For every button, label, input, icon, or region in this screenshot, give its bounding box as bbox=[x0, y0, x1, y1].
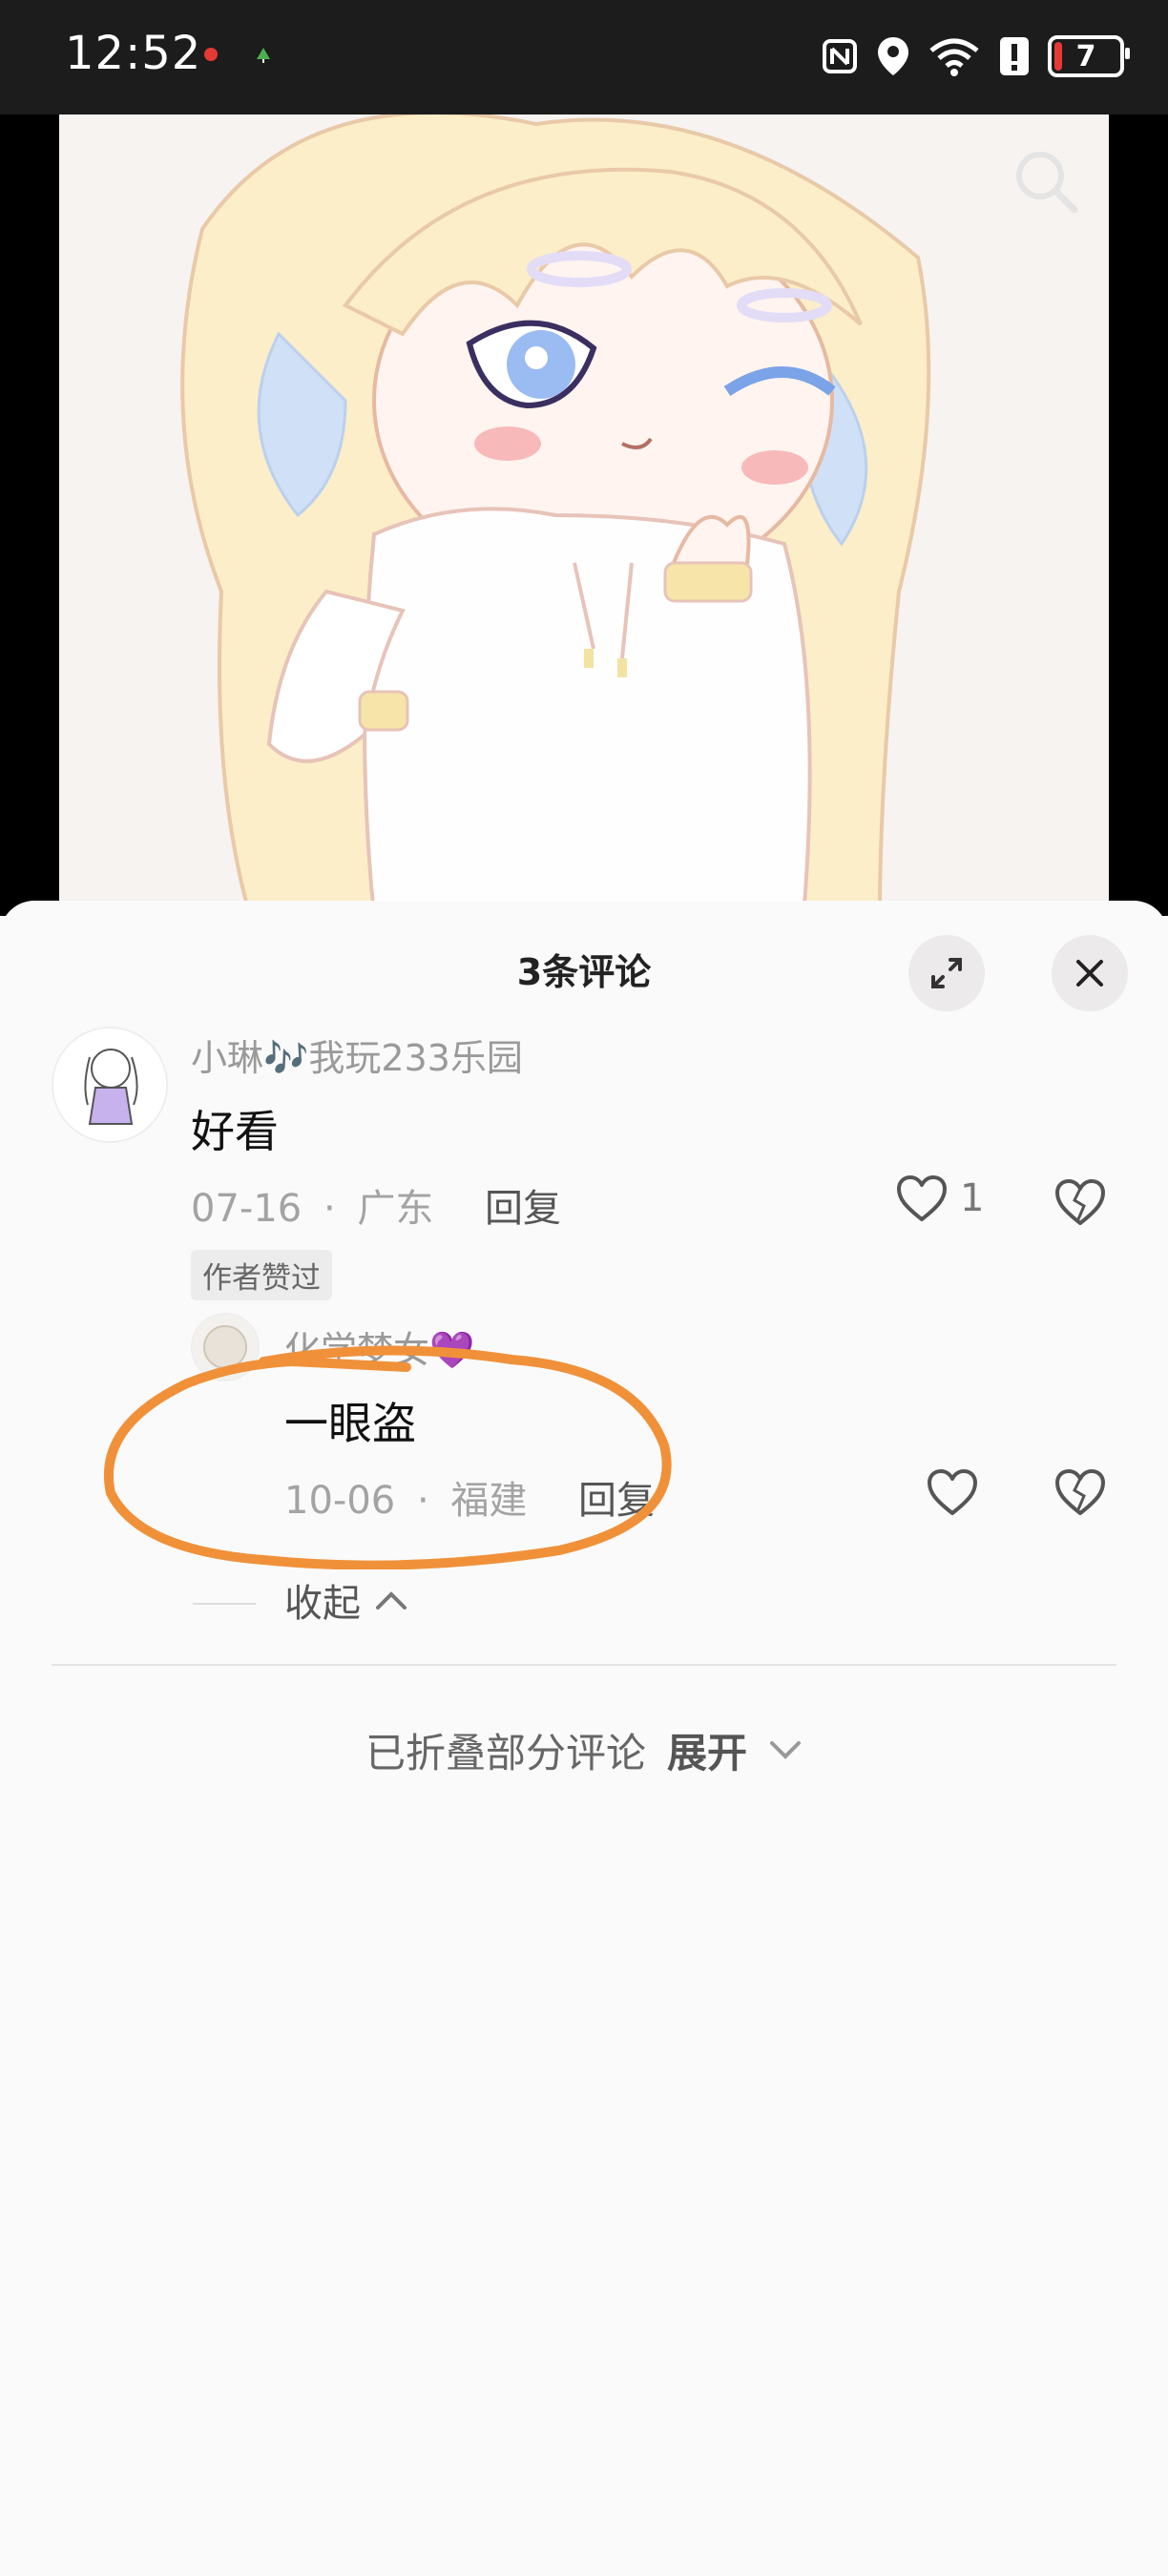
comment-date: 07-16 bbox=[191, 1187, 302, 1231]
video-illustration bbox=[59, 114, 1109, 916]
close-icon bbox=[1076, 960, 1103, 987]
comment-username[interactable]: 小琳🎶我玩233乐园 bbox=[191, 1028, 523, 1081]
dislike-icon[interactable] bbox=[1053, 1177, 1107, 1227]
like-button[interactable]: 1 bbox=[895, 1174, 984, 1223]
reply-location: 福建 bbox=[450, 1479, 528, 1523]
reply-username[interactable]: 化学梦女💜 bbox=[284, 1320, 474, 1373]
comments-panel: 3条评论 小琳🎶我玩233乐园 好看 07-16 · 广东 回复 1 作者赞过 … bbox=[0, 901, 1168, 2576]
folded-comments-row[interactable]: 已折叠部分评论 展开 bbox=[0, 1721, 1168, 1779]
reply-avatar-image bbox=[193, 1315, 258, 1380]
notification-red-dot-icon bbox=[204, 48, 218, 61]
nfc-icon bbox=[823, 39, 857, 73]
meta-separator: · bbox=[416, 1479, 429, 1523]
reply-reply-button[interactable]: 回复 bbox=[578, 1469, 655, 1525]
comment-text: 好看 bbox=[191, 1106, 279, 1157]
expand-icon bbox=[931, 958, 962, 988]
collapse-replies-button[interactable]: 收起 bbox=[284, 1572, 408, 1628]
comment-location: 广东 bbox=[357, 1187, 434, 1231]
folded-comments-text: 已折叠部分评论 bbox=[365, 1730, 646, 1776]
status-bar: 12:52 7 bbox=[0, 0, 1168, 114]
comments-title: 3条评论 bbox=[516, 951, 652, 993]
video-player[interactable] bbox=[59, 114, 1109, 916]
collapse-line bbox=[193, 1603, 256, 1605]
search-icon[interactable] bbox=[1008, 143, 1084, 219]
reply-button[interactable]: 回复 bbox=[485, 1177, 561, 1233]
reply-dislike-icon[interactable] bbox=[1053, 1467, 1107, 1517]
battery-icon: 7 bbox=[1048, 35, 1130, 77]
chevron-down-icon bbox=[770, 1740, 802, 1759]
chevron-up-icon bbox=[376, 1591, 407, 1610]
expand-folded-button[interactable]: 展开 bbox=[667, 1721, 747, 1779]
avatar-image bbox=[53, 1028, 166, 1141]
divider bbox=[52, 1664, 1116, 1666]
avatar[interactable] bbox=[52, 1027, 168, 1143]
reply-date: 10-06 bbox=[284, 1479, 396, 1523]
author-liked-tag: 作者赞过 bbox=[191, 1250, 332, 1300]
reply-text: 一眼盗 bbox=[284, 1398, 416, 1449]
expand-button[interactable] bbox=[908, 935, 985, 1011]
battery-level: 7 bbox=[1075, 39, 1096, 73]
heart-icon bbox=[897, 1175, 947, 1221]
wifi-icon bbox=[929, 38, 979, 76]
alert-icon bbox=[1000, 37, 1029, 75]
notification-tree-icon bbox=[257, 48, 270, 63]
meta-separator: · bbox=[323, 1187, 336, 1231]
collapse-label: 收起 bbox=[284, 1582, 361, 1626]
battery-level-fill bbox=[1054, 42, 1062, 71]
like-count: 1 bbox=[960, 1176, 985, 1220]
reply-avatar[interactable] bbox=[191, 1313, 260, 1381]
location-icon bbox=[878, 37, 908, 75]
reply-like-icon[interactable] bbox=[926, 1467, 979, 1517]
status-time: 12:52 bbox=[65, 27, 202, 80]
close-button[interactable] bbox=[1052, 935, 1128, 1011]
